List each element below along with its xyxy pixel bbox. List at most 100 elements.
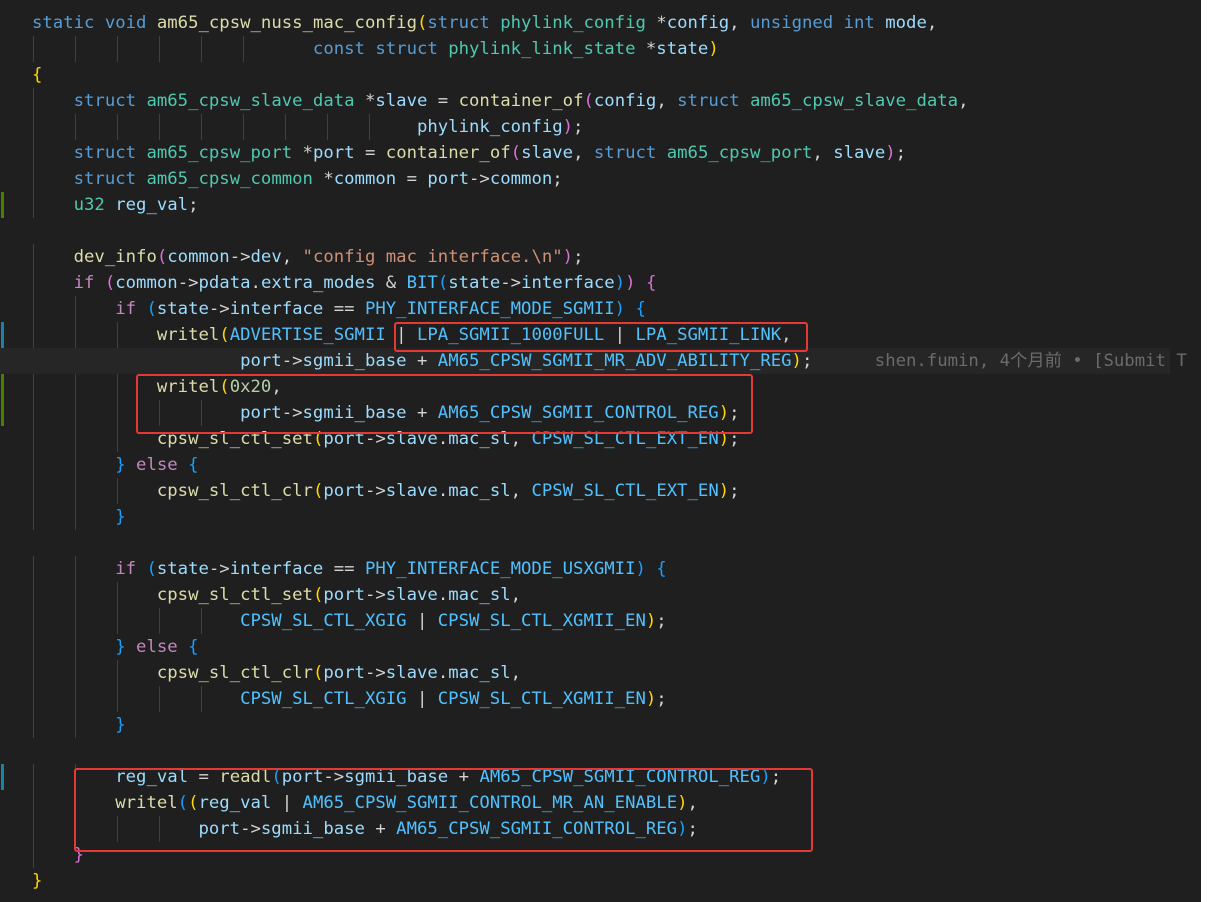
- code-token: CPSW_SL_CTL_XGMII_EN: [437, 611, 646, 631]
- code-token: (: [146, 559, 157, 579]
- code-line[interactable]: }: [32, 842, 84, 868]
- code-token: ==: [323, 559, 365, 579]
- code-line[interactable]: static void am65_cpsw_nuss_mac_config(st…: [32, 10, 937, 36]
- code-line[interactable]: if (common->pdata.extra_modes & BIT(stat…: [32, 270, 657, 296]
- code-line[interactable]: reg_val = readl(port->sgmii_base + AM65_…: [32, 764, 781, 790]
- code-line[interactable]: port->sgmii_base + AM65_CPSW_SGMII_MR_AD…: [0, 348, 1187, 374]
- code-token: interface: [521, 273, 615, 293]
- code-token: |: [406, 689, 438, 709]
- code-line[interactable]: u32 reg_val;: [32, 192, 199, 218]
- code-token: u32: [73, 195, 116, 215]
- code-line[interactable]: struct am65_cpsw_slave_data *slave = con…: [32, 88, 969, 114]
- code-token: ->: [281, 351, 303, 371]
- code-token: cpsw_sl_ctl_clr: [156, 663, 313, 683]
- code-token: reg_val: [115, 195, 189, 215]
- code-token: phylink_link_state: [448, 39, 646, 59]
- code-line[interactable]: if (state->interface == PHY_INTERFACE_MO…: [32, 556, 666, 582]
- code-token: (: [312, 585, 324, 605]
- modified-lines-marker[interactable]: [1, 322, 4, 348]
- code-line[interactable]: }: [32, 504, 125, 530]
- code-token: mac_sl: [448, 429, 511, 449]
- code-token: LPA_SGMII_LINK: [635, 325, 782, 345]
- code-token: ): [718, 481, 730, 501]
- code-line[interactable]: dev_info(common->dev, "config mac interf…: [32, 244, 584, 270]
- code-token: phylink_config: [500, 13, 657, 33]
- code-token: ,: [958, 91, 969, 111]
- code-token: {: [635, 299, 646, 319]
- modified-lines-marker[interactable]: [1, 764, 4, 790]
- code-line[interactable]: cpsw_sl_ctl_set(port->slave.mac_sl, CPSW…: [32, 426, 740, 452]
- code-token: port: [281, 767, 324, 787]
- code-line[interactable]: } else {: [32, 452, 198, 478]
- code-line[interactable]: cpsw_sl_ctl_clr(port->slave.mac_sl,: [32, 660, 521, 686]
- code-token: AM65_CPSW_SGMII_CONTROL_REG: [396, 819, 678, 839]
- code-token: container_of: [385, 143, 511, 163]
- code-line[interactable]: cpsw_sl_ctl_set(port->slave.mac_sl,: [32, 582, 521, 608]
- code-token: (: [219, 377, 230, 397]
- code-line[interactable]: writel((reg_val | AM65_CPSW_SGMII_CONTRO…: [32, 790, 698, 816]
- code-token: ,: [510, 663, 522, 683]
- code-token: ->: [500, 273, 522, 293]
- code-token: ): [885, 143, 896, 163]
- code-token: extra_modes: [260, 273, 376, 293]
- code-token: common: [115, 273, 178, 293]
- code-line[interactable]: }: [32, 868, 42, 894]
- code-token: readl: [219, 767, 272, 787]
- code-token: am65_cpsw_port: [666, 143, 813, 163]
- code-editor[interactable]: static void am65_cpsw_nuss_mac_config(st…: [0, 0, 1201, 902]
- code-line[interactable]: port->sgmii_base + AM65_CPSW_SGMII_CONTR…: [32, 816, 697, 842]
- code-token: .: [437, 481, 449, 501]
- code-token: ->: [240, 819, 261, 839]
- code-token: .: [250, 273, 261, 293]
- code-token: ;: [729, 429, 740, 449]
- code-token: *: [364, 91, 376, 111]
- code-token: am65_cpsw_slave_data: [146, 91, 365, 111]
- code-token: sgmii_base: [344, 767, 449, 787]
- code-token: ->: [208, 299, 230, 319]
- code-token: (: [177, 793, 189, 813]
- code-line[interactable]: writel(ADVERTISE_SGMII | LPA_SGMII_1000F…: [32, 322, 792, 348]
- code-token: common: [167, 247, 230, 267]
- code-token: *: [323, 169, 334, 189]
- code-token: ): [760, 767, 771, 787]
- code-line[interactable]: } else {: [32, 634, 198, 660]
- code-token: port: [323, 663, 365, 683]
- code-token: ): [708, 39, 719, 59]
- code-line[interactable]: {: [32, 62, 42, 88]
- code-line[interactable]: phylink_config);: [32, 114, 583, 140]
- code-token: }: [73, 845, 85, 865]
- code-token: .: [437, 429, 449, 449]
- code-token: *: [302, 143, 313, 163]
- code-token: ->: [208, 559, 230, 579]
- code-token: struct: [375, 39, 449, 59]
- code-line[interactable]: CPSW_SL_CTL_XGIG | CPSW_SL_CTL_XGMII_EN)…: [32, 608, 667, 634]
- added-lines-marker[interactable]: [1, 374, 4, 426]
- code-token: ->: [229, 247, 251, 267]
- code-line[interactable]: }: [32, 712, 125, 738]
- code-line[interactable]: port->sgmii_base + AM65_CPSW_SGMII_CONTR…: [32, 400, 739, 426]
- code-token: =: [396, 169, 428, 189]
- added-lines-marker[interactable]: [1, 192, 4, 218]
- git-blame-annotation[interactable]: shen.fumin, 4个月前 • [Submit T: [812, 351, 1187, 371]
- code-token: am65_cpsw_nuss_mac_config: [156, 13, 417, 33]
- code-token: ,: [573, 143, 594, 163]
- code-token: am65_cpsw_slave_data: [749, 91, 959, 111]
- code-line[interactable]: struct am65_cpsw_common *common = port->…: [32, 166, 563, 192]
- code-line[interactable]: writel(0x20,: [32, 374, 282, 400]
- code-token: reg_val: [198, 793, 272, 813]
- code-line[interactable]: CPSW_SL_CTL_XGIG | CPSW_SL_CTL_XGMII_EN)…: [32, 686, 667, 712]
- code-line[interactable]: if (state->interface == PHY_INTERFACE_MO…: [32, 296, 646, 322]
- code-token: struct: [73, 91, 147, 111]
- code-token: (: [583, 91, 594, 111]
- code-token: ,: [510, 585, 522, 605]
- code-line[interactable]: struct am65_cpsw_port *port = container_…: [32, 140, 906, 166]
- code-token: ): [718, 429, 730, 449]
- code-line[interactable]: const struct phylink_link_state *state): [32, 36, 719, 62]
- code-line[interactable]: cpsw_sl_ctl_clr(port->slave.mac_sl, CPSW…: [32, 478, 740, 504]
